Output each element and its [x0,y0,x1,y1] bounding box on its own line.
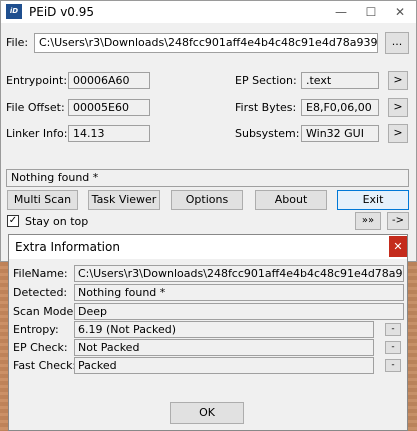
first-bytes-button[interactable]: > [388,98,408,117]
options-button[interactable]: Options [171,190,243,210]
file-label: File: [6,36,29,49]
multi-scan-button[interactable]: Multi Scan [7,190,78,210]
peid-app-icon: iD [6,4,22,19]
subsystem-field[interactable]: Win32 GUI [301,125,379,142]
entrypoint-field[interactable]: 00006A60 [68,72,150,89]
scan-mode-field[interactable]: Deep [74,303,404,320]
arrow-button[interactable]: -> [387,212,409,230]
ep-check-field[interactable]: Not Packed [74,339,374,356]
first-bytes-label: First Bytes: [235,101,297,114]
task-viewer-button[interactable]: Task Viewer [88,190,160,210]
minimize-button[interactable]: — [326,3,356,21]
dialog-title: Extra Information [15,240,120,254]
scan-status-field: Nothing found * [6,169,409,187]
ep-check-button[interactable]: - [385,341,401,354]
ep-section-field[interactable]: .text [301,72,379,89]
stay-on-top-checkbox[interactable]: ✓ [7,215,19,227]
stay-on-top-label: Stay on top [25,215,89,228]
subsystem-button[interactable]: > [388,124,408,143]
entropy-button[interactable]: - [385,323,401,336]
maximize-button[interactable]: ☐ [356,3,386,21]
dialog-title-bar[interactable]: Extra Information ✕ [9,235,407,259]
ep-section-button[interactable]: > [388,71,408,90]
detected-field[interactable]: Nothing found * [74,284,404,301]
window-title: PEiD v0.95 [29,5,95,19]
fast-check-button[interactable]: - [385,359,401,372]
exit-button[interactable]: Exit [337,190,409,210]
first-bytes-field[interactable]: E8,F0,06,00 [301,99,379,116]
file-offset-field[interactable]: 00005E60 [68,99,150,116]
peid-main-window: iD PEiD v0.95 — ☐ ✕ File: C:\Users\r3\Do… [0,0,417,262]
entrypoint-label: Entrypoint: [6,74,68,87]
linker-info-label: Linker Info: [6,127,68,140]
filename-label: FileName: [13,267,68,280]
extended-info-button[interactable]: »» [355,212,381,230]
scan-mode-label: Scan Mode: [13,305,77,318]
ep-section-label: EP Section: [235,74,297,87]
about-button[interactable]: About [255,190,327,210]
linker-info-field[interactable]: 14.13 [68,125,150,142]
close-button[interactable]: ✕ [385,3,415,21]
detected-label: Detected: [13,286,68,299]
ep-check-label: EP Check: [13,341,68,354]
entropy-label: Entropy: [13,323,59,336]
file-path-field[interactable]: C:\Users\r3\Downloads\248fcc901aff4e4b4c… [34,33,378,53]
fast-check-field[interactable]: Packed [74,357,374,374]
ok-button[interactable]: OK [170,402,244,424]
subsystem-label: Subsystem: [235,127,300,140]
file-offset-label: File Offset: [6,101,65,114]
browse-button[interactable]: ... [385,32,409,54]
entropy-field[interactable]: 6.19 (Not Packed) [74,321,374,338]
title-bar[interactable]: iD PEiD v0.95 — ☐ ✕ [1,1,416,23]
dialog-close-button[interactable]: ✕ [389,236,407,257]
filename-field[interactable]: C:\Users\r3\Downloads\248fcc901aff4e4b4c… [74,265,404,282]
extra-information-dialog: Extra Information ✕ FileName: C:\Users\r… [8,234,408,431]
fast-check-label: Fast Check: [13,359,77,372]
